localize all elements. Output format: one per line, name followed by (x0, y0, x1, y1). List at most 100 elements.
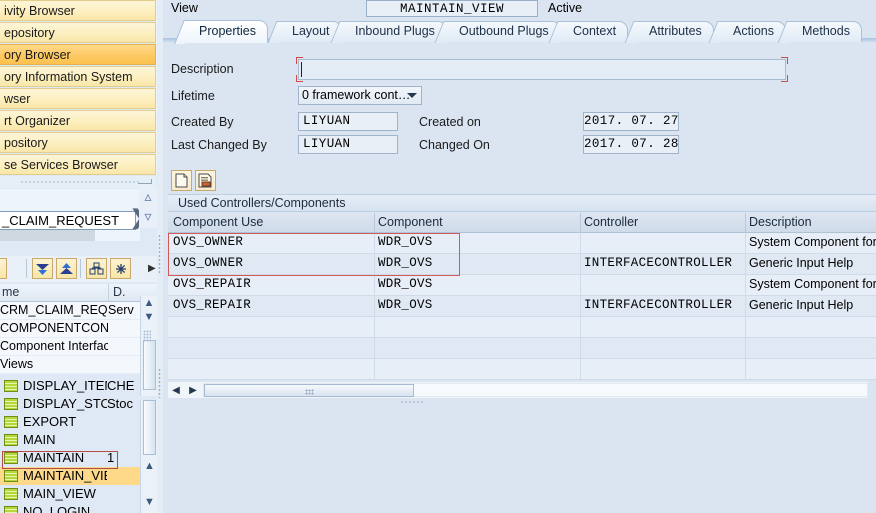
panel-resize-dots[interactable] (158, 234, 161, 274)
toolbar-button-partial[interactable] (0, 258, 7, 279)
nav-item-6[interactable]: pository (0, 132, 156, 153)
table-row[interactable]: OVS_REPAIR WDR_OVS System Component for (168, 275, 876, 296)
new-document-button[interactable] (171, 170, 192, 191)
tree-item-label: DISPLAY_STOCK (23, 396, 107, 411)
nav-item-0[interactable]: ivity Browser (0, 0, 156, 21)
panel-resize-dots-lower[interactable] (158, 368, 161, 398)
tab-attributes[interactable]: Attributes (635, 21, 714, 42)
caret-right-icon[interactable]: ▶ (185, 382, 201, 398)
caret-up-icon[interactable]: ▵ (139, 186, 157, 206)
left-table-col-d[interactable]: D. (113, 285, 126, 299)
column-header-component[interactable]: Component (378, 215, 443, 229)
scrollbar-thumb[interactable] (204, 384, 414, 397)
scrollbar-thumb[interactable] (143, 400, 156, 455)
asterisk-icon (115, 263, 126, 274)
table-row[interactable]: OVS_OWNER WDR_OVS System Component for (168, 233, 876, 254)
tab-methods[interactable]: Methods (788, 21, 862, 42)
table-row[interactable] (168, 359, 876, 380)
panel-splitter[interactable] (0, 176, 156, 188)
tree-item-label: DISPLAY_ITEM_E (23, 378, 107, 393)
table-row[interactable]: OVS_OWNER WDR_OVS INTERFACECONTROLLER Ge… (168, 254, 876, 275)
nav-item-1[interactable]: epository (0, 22, 156, 43)
nav-item-7[interactable]: se Services Browser (0, 154, 156, 175)
tree-item-desc: Stoc (107, 396, 134, 411)
tab-strip: Properties Layout Inbound Plugs Outbound… (163, 19, 876, 43)
table-row[interactable]: CRM_CLAIM_REQUEServ (0, 302, 140, 320)
table-toolbar (171, 170, 371, 192)
table-horizontal-scrollbar[interactable]: ◀ ▶ (168, 382, 868, 398)
column-header-controller[interactable]: Controller (584, 215, 638, 229)
tree-item-main[interactable]: MAIN (0, 431, 140, 449)
resize-grip[interactable] (143, 330, 151, 342)
caret-down-icon[interactable]: ▼ (141, 310, 157, 324)
left-table-scrollbar[interactable]: ▲ ▼ (140, 296, 157, 396)
object-scroll-buttons[interactable]: ▵ ▿ (139, 186, 157, 228)
lifetime-select[interactable]: 0 framework cont… (298, 86, 422, 105)
table-row[interactable]: Component Interfac (0, 338, 140, 356)
caret-left-icon[interactable]: ◀ (168, 382, 184, 398)
left-table-header-divider (108, 284, 109, 302)
table-row[interactable] (168, 317, 876, 338)
object-name-input[interactable]: _CLAIM_REQUEST (0, 211, 136, 230)
application-window: ivity Browser epository ory Browser ory … (0, 0, 876, 513)
left-table-col-name[interactable]: me (2, 285, 19, 299)
tree-item-main-view[interactable]: MAIN_VIEW (0, 485, 140, 503)
table-row[interactable]: OVS_REPAIR WDR_OVS INTERFACECONTROLLER G… (168, 296, 876, 317)
created-by-value[interactable]: LIYUAN (298, 112, 398, 131)
object-name-field[interactable]: MAINTAIN_VIEW (366, 0, 538, 17)
cell-description: System Component for (749, 235, 876, 249)
toolbar-separator-2 (80, 259, 81, 278)
table-header-row: Component Use Component Controller Descr… (168, 213, 876, 233)
left-table-cell-name: Views (0, 357, 34, 371)
table-row[interactable]: COMPONENTCONTR (0, 320, 140, 338)
table-body: OVS_OWNER WDR_OVS System Component for O… (168, 233, 876, 380)
caret-down-icon[interactable]: ▼ (144, 496, 155, 508)
nav-item-4[interactable]: wser (0, 88, 156, 109)
tree-item-no-login[interactable]: NO_LOGIN (0, 503, 140, 513)
cell-component-use: OVS_OWNER (173, 256, 244, 270)
tab-context[interactable]: Context (559, 21, 629, 42)
table-row[interactable] (168, 338, 876, 359)
hierarchy-button[interactable] (86, 258, 107, 279)
nav-item-2[interactable]: ory Browser (0, 44, 156, 65)
tree-item-display-item[interactable]: DISPLAY_ITEM_ECHE (0, 377, 140, 395)
filter-up-button[interactable] (56, 258, 77, 279)
tab-properties[interactable]: Properties (185, 20, 268, 43)
chevron-down-icon[interactable] (407, 93, 417, 98)
tab-actions[interactable]: Actions (719, 21, 786, 42)
overflow-arrow-icon[interactable]: ▶ (148, 263, 156, 274)
new-document-icon (175, 173, 188, 188)
asterisk-button[interactable] (110, 258, 131, 279)
column-header-component-use[interactable]: Component Use (173, 215, 263, 229)
filter-down-button[interactable] (32, 258, 53, 279)
tab-label: Context (573, 24, 617, 38)
caret-down-icon[interactable]: ▿ (139, 206, 157, 226)
created-on-value[interactable]: 2017. 07. 27 (583, 112, 679, 131)
tree-item-export[interactable]: EXPORT (0, 413, 140, 431)
tab-label: Methods (802, 24, 850, 38)
tab-outbound-plugs[interactable]: Outbound Plugs (445, 21, 561, 42)
scrollbar-thumb[interactable] (143, 340, 156, 390)
last-changed-by-value[interactable]: LIYUAN (298, 135, 398, 154)
tree-scrollbar[interactable]: ▲ ▼ (140, 400, 157, 513)
tree-item-display-stock[interactable]: DISPLAY_STOCKStoc (0, 395, 140, 413)
tree-item-maintain-view[interactable]: MAINTAIN_VIEW (0, 467, 140, 485)
nav-item-5[interactable]: rt Organizer (0, 110, 156, 131)
caret-up-icon[interactable]: ▲ (144, 460, 155, 472)
view-tree-list: DISPLAY_ITEM_ECHE DISPLAY_STOCKStoc EXPO… (0, 377, 140, 513)
column-header-description[interactable]: Description (749, 215, 812, 229)
copy-document-button[interactable] (195, 170, 216, 191)
created-on-label: Created on (419, 115, 481, 129)
tree-item-desc: 1 (107, 450, 115, 465)
nav-item-3[interactable]: ory Information System (0, 66, 156, 87)
view-icon (4, 506, 18, 513)
cell-description: System Component for (749, 277, 876, 291)
description-input[interactable] (298, 59, 786, 80)
tab-inbound-plugs[interactable]: Inbound Plugs (341, 21, 447, 42)
view-icon (4, 398, 18, 410)
changed-on-value[interactable]: 2017. 07. 28 (583, 135, 679, 154)
caret-up-icon[interactable]: ▲ (141, 296, 157, 310)
tree-item-maintain[interactable]: MAINTAIN 1 (0, 449, 140, 467)
table-row[interactable]: Views (0, 356, 140, 374)
panel-bottom-grip[interactable] (400, 400, 424, 404)
